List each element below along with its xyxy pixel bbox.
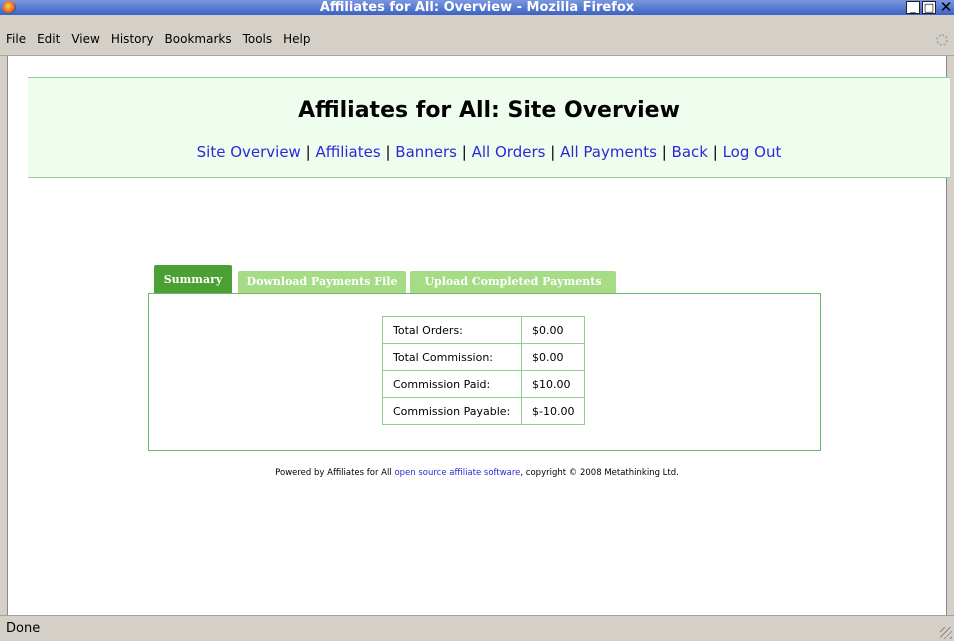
page-header: Affiliates for All: Site Overview Site O… [28, 77, 950, 178]
nav-separator: | [550, 143, 556, 161]
nav-back[interactable]: Back [672, 143, 708, 161]
page-title: Affiliates for All: Site Overview [298, 98, 680, 123]
nav-site-overview[interactable]: Site Overview [197, 143, 301, 161]
menu-history[interactable]: History [111, 33, 154, 45]
page-content: Affiliates for All: Site Overview Site O… [8, 56, 950, 615]
nav-log-out[interactable]: Log Out [723, 143, 782, 161]
nav-banners[interactable]: Banners [395, 143, 457, 161]
menu-bookmarks[interactable]: Bookmarks [165, 33, 232, 45]
footer-link[interactable]: open source affiliate software [394, 468, 520, 478]
footer-suffix: , copyright © 2008 Metathinking Ltd. [520, 468, 679, 478]
tab-upload-completed-payments[interactable]: Upload Completed Payments [410, 271, 616, 294]
summary-table: Total Orders: $0.00 Total Commission: $0… [382, 316, 586, 425]
nav-separator: | [712, 143, 718, 161]
throbber-icon [936, 34, 948, 46]
maximize-icon[interactable]: □ [922, 1, 936, 14]
summary-value: $0.00 [520, 316, 586, 344]
nav-separator: | [385, 143, 391, 161]
nav-all-orders[interactable]: All Orders [472, 143, 546, 161]
site-nav: Site Overview | Affiliates | Banners | A… [28, 143, 950, 161]
menu-edit[interactable]: Edit [37, 33, 60, 45]
menu-bar: File Edit View History Bookmarks Tools H… [0, 15, 954, 56]
footer-prefix: Powered by Affiliates for All [275, 468, 395, 478]
nav-separator: | [461, 143, 467, 161]
summary-value: $10.00 [520, 370, 586, 398]
status-bar: Done [0, 615, 954, 641]
tab-download-payments-file[interactable]: Download Payments File [238, 271, 406, 294]
menu-help[interactable]: Help [283, 33, 310, 45]
menu-view[interactable]: View [71, 33, 99, 45]
nav-affiliates[interactable]: Affiliates [315, 143, 380, 161]
resize-grip-icon[interactable] [940, 627, 952, 639]
nav-separator: | [661, 143, 667, 161]
menu-file[interactable]: File [6, 33, 26, 45]
table-row: Total Commission: $0.00 [382, 343, 586, 371]
close-icon[interactable]: ✕ [938, 0, 954, 15]
table-row: Total Orders: $0.00 [382, 316, 586, 344]
summary-label: Commission Paid: [382, 370, 522, 398]
menu-tools[interactable]: Tools [243, 33, 273, 45]
table-row: Commission Paid: $10.00 [382, 370, 586, 398]
summary-value: $0.00 [520, 343, 586, 371]
summary-label: Total Commission: [382, 343, 522, 371]
window-border-left [0, 56, 8, 615]
nav-all-payments[interactable]: All Payments [560, 143, 657, 161]
summary-label: Commission Payable: [382, 397, 522, 425]
tab-summary[interactable]: Summary [154, 265, 232, 294]
window-title: Affiliates for All: Overview - Mozilla F… [319, 0, 635, 15]
page-footer: Powered by Affiliates for All open sourc… [8, 468, 946, 478]
status-text: Done [6, 621, 41, 636]
table-row: Commission Payable: $-10.00 [382, 397, 586, 425]
summary-value: $-10.00 [520, 397, 586, 425]
summary-label: Total Orders: [382, 316, 522, 344]
window-title-bar[interactable]: Affiliates for All: Overview - Mozilla F… [0, 0, 954, 15]
nav-separator: | [305, 143, 311, 161]
minimize-icon[interactable]: _ [906, 1, 920, 14]
